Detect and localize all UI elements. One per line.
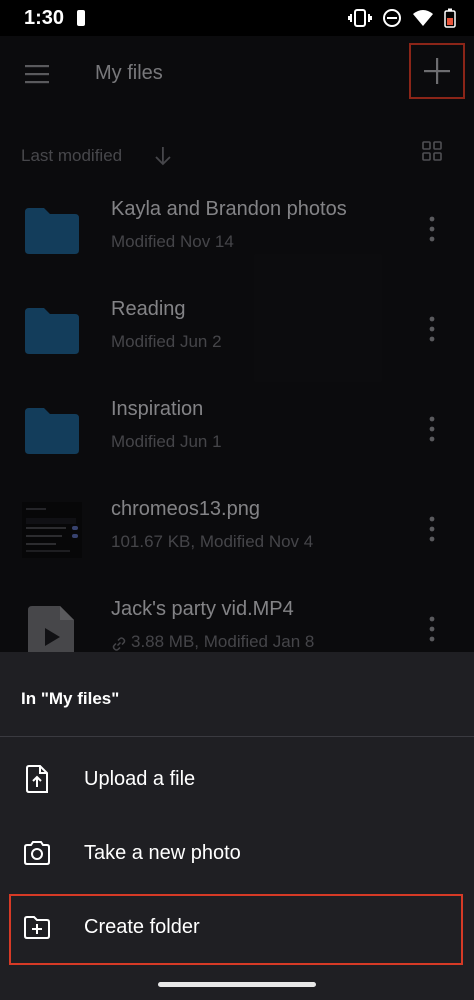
top-app-bar: My files [0, 36, 474, 112]
more-vert-icon[interactable] [420, 314, 444, 344]
upload-file-icon [26, 765, 48, 793]
plus-icon [424, 58, 450, 84]
list-item[interactable]: Inspiration Modified Jun 1 [0, 384, 474, 484]
list-item[interactable]: Reading Modified Jun 2 [0, 284, 474, 384]
link-icon [112, 637, 126, 651]
sort-label[interactable]: Last modified [21, 146, 122, 166]
sheet-item-label: Upload a file [84, 768, 196, 790]
file-browser: My files Last modified Kayla and Brandon… [0, 36, 474, 658]
grid-view-icon[interactable] [422, 141, 442, 161]
file-meta: 3.88 MB, Modified Jan 8 [131, 632, 315, 651]
list-item[interactable]: chromeos13.png 101.67 KB, Modified Nov 4 [0, 484, 474, 584]
more-vert-icon[interactable] [420, 614, 444, 644]
battery-icon [444, 8, 456, 28]
status-time: 1:30 [24, 7, 65, 29]
add-button[interactable] [409, 43, 465, 99]
file-meta: Modified Jun 1 [111, 432, 222, 451]
sort-bar: Last modified [0, 136, 474, 176]
sheet-header: In "My files" [21, 689, 120, 708]
file-name: Reading [111, 298, 186, 320]
more-vert-icon[interactable] [420, 214, 444, 244]
folder-icon [25, 208, 79, 254]
vibrate-icon [348, 9, 372, 27]
notification-icon [77, 10, 85, 26]
more-vert-icon[interactable] [420, 514, 444, 544]
camera-icon [24, 841, 50, 865]
arrow-down-icon[interactable] [153, 145, 173, 167]
file-name: chromeos13.png [111, 498, 260, 520]
file-name: Inspiration [111, 398, 204, 420]
more-vert-icon[interactable] [420, 414, 444, 444]
video-file-icon [28, 606, 74, 658]
file-meta: 101.67 KB, Modified Nov 4 [111, 532, 314, 551]
file-name: Kayla and Brandon photos [111, 198, 347, 220]
sheet-item-label: Take a new photo [84, 842, 241, 864]
page-title: My files [95, 62, 163, 84]
image-thumbnail [22, 502, 82, 558]
status-bar: 1:30 [0, 0, 474, 36]
folder-icon [25, 308, 79, 354]
create-folder-highlight [9, 894, 463, 965]
folder-icon [25, 408, 79, 454]
wifi-icon [413, 10, 433, 26]
file-meta: Modified Nov 14 [111, 232, 234, 251]
divider [0, 736, 474, 737]
menu-icon[interactable] [24, 60, 52, 88]
home-indicator[interactable] [158, 982, 316, 987]
take-photo-button[interactable]: Take a new photo [0, 818, 474, 890]
file-name: Jack's party vid.MP4 [111, 598, 294, 620]
dnd-icon [383, 9, 401, 27]
list-item[interactable]: Kayla and Brandon photos Modified Nov 14 [0, 184, 474, 284]
file-meta: Modified Jun 2 [111, 332, 222, 351]
upload-file-button[interactable]: Upload a file [0, 744, 474, 816]
